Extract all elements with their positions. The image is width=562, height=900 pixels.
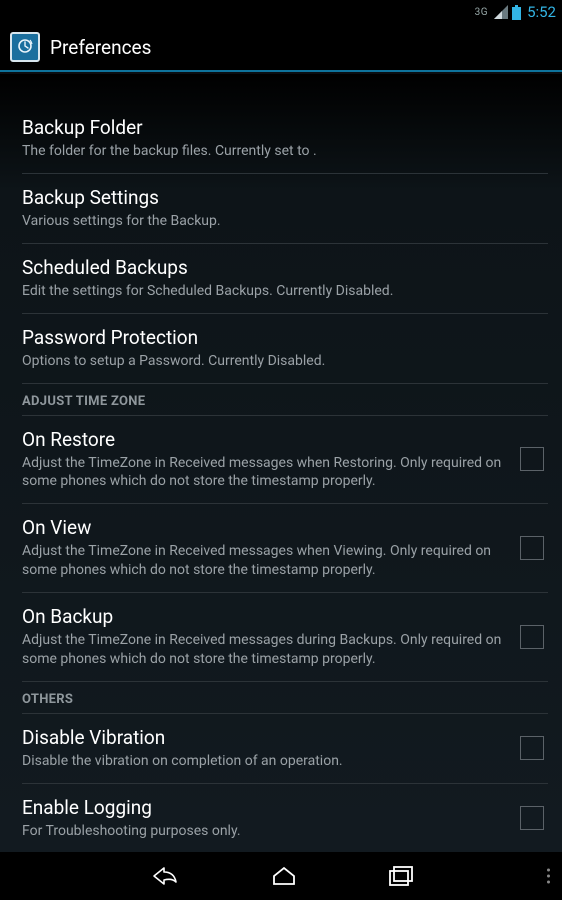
section-others: Others xyxy=(22,682,548,714)
pref-title: Password Protection xyxy=(22,326,548,349)
action-bar: Preferences xyxy=(0,24,562,72)
battery-icon xyxy=(512,5,521,20)
pref-sub: Options to setup a Password. Currently D… xyxy=(22,352,548,371)
pref-on-restore[interactable]: On Restore Adjust the TimeZone in Receiv… xyxy=(22,416,548,505)
pref-title: Disable Vibration xyxy=(22,726,508,749)
pref-sub: Adjust the TimeZone in Received messages… xyxy=(22,631,508,669)
checkbox-on-restore[interactable] xyxy=(520,447,544,471)
pref-enable-logging[interactable]: Enable Logging For Troubleshooting purpo… xyxy=(22,784,548,852)
recent-apps-button[interactable] xyxy=(388,865,414,887)
pref-title: On Restore xyxy=(22,428,508,451)
pref-sub: Edit the settings for Scheduled Backups.… xyxy=(22,282,548,301)
pref-sub: The folder for the backup files. Current… xyxy=(22,142,548,161)
checkbox-disable-vibration[interactable] xyxy=(520,736,544,760)
pref-sub: Adjust the TimeZone in Received messages… xyxy=(22,454,508,492)
pref-scheduled-backups[interactable]: Scheduled Backups Edit the settings for … xyxy=(22,244,548,314)
pref-backup-settings[interactable]: Backup Settings Various settings for the… xyxy=(22,174,548,244)
back-button[interactable] xyxy=(148,864,180,888)
pref-backup-folder[interactable]: Backup Folder The folder for the backup … xyxy=(22,104,548,174)
pref-title: On Backup xyxy=(22,605,508,628)
pref-password-protection[interactable]: Password Protection Options to setup a P… xyxy=(22,314,548,384)
checkbox-enable-logging[interactable] xyxy=(520,806,544,830)
pref-title: Scheduled Backups xyxy=(22,256,548,279)
nav-menu-icon[interactable] xyxy=(547,869,550,884)
checkbox-on-view[interactable] xyxy=(520,536,544,560)
pref-disable-vibration[interactable]: Disable Vibration Disable the vibration … xyxy=(22,714,548,784)
pref-on-view[interactable]: On View Adjust the TimeZone in Received … xyxy=(22,504,548,593)
pref-sub: Adjust the TimeZone in Received messages… xyxy=(22,542,508,580)
pref-sub: Disable the vibration on completion of a… xyxy=(22,752,508,771)
pref-title: Backup Folder xyxy=(22,116,548,139)
checkbox-on-backup[interactable] xyxy=(520,625,544,649)
pref-title: On View xyxy=(22,516,508,539)
home-button[interactable] xyxy=(270,864,298,888)
page-title: Preferences xyxy=(50,36,151,59)
app-icon xyxy=(10,32,40,62)
preferences-list[interactable]: Backup Folder The folder for the backup … xyxy=(0,74,562,852)
clock-label: 5:52 xyxy=(527,3,556,21)
pref-title: Backup Settings xyxy=(22,186,548,209)
pref-sub: For Troubleshooting purposes only. xyxy=(22,822,508,841)
pref-title: Enable Logging xyxy=(22,796,508,819)
status-bar: 3G 5:52 xyxy=(0,0,562,24)
pref-on-backup[interactable]: On Backup Adjust the TimeZone in Receive… xyxy=(22,593,548,682)
signal-icon xyxy=(494,5,508,19)
nav-bar xyxy=(0,852,562,900)
section-adjust-time-zone: Adjust Time Zone xyxy=(22,384,548,416)
network-3g-label: 3G xyxy=(475,7,488,18)
pref-sub: Various settings for the Backup. xyxy=(22,212,548,231)
